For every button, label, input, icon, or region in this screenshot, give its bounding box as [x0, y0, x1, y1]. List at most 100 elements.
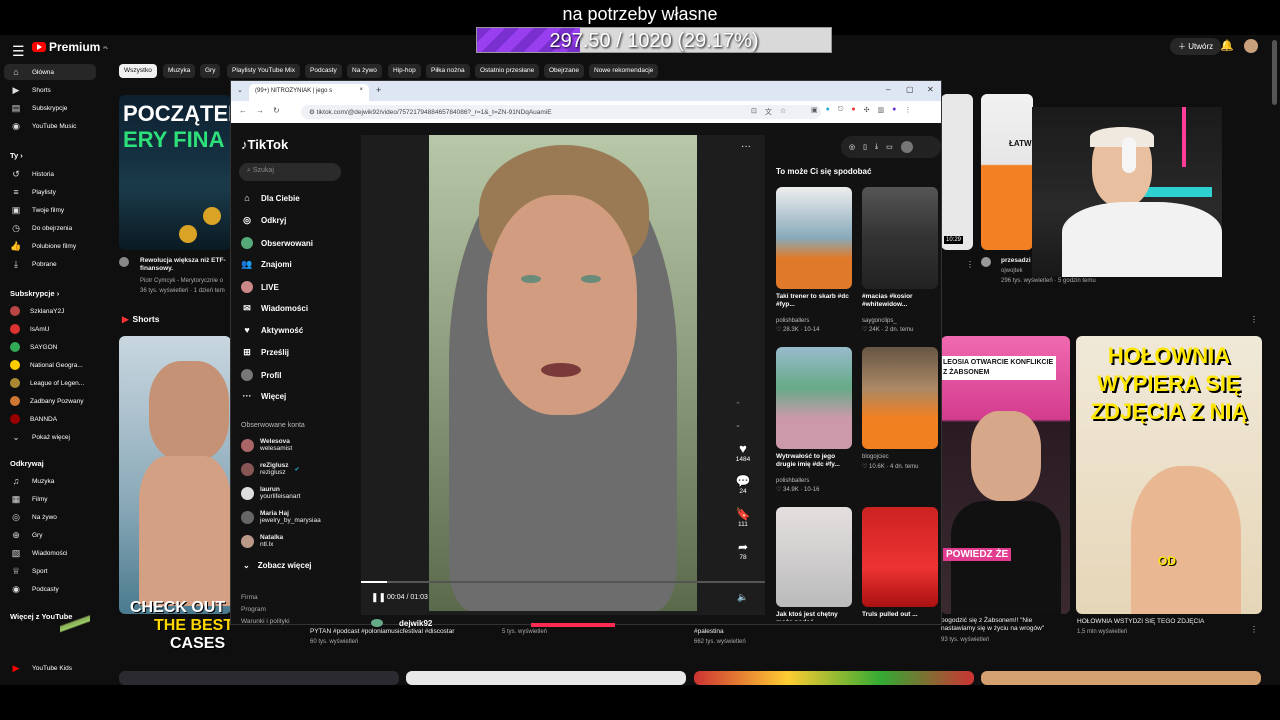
more-options-icon[interactable]: ⋮	[1250, 625, 1258, 634]
sidebar-item-history[interactable]: ↺ Historia	[10, 166, 96, 182]
youtube-logo[interactable]: Premium PL	[32, 40, 108, 54]
extension-icon[interactable]: ▣	[811, 106, 818, 114]
see-more-button[interactable]: ⌄ Zobacz więcej	[243, 561, 312, 570]
close-tab-icon[interactable]: ×	[359, 87, 363, 93]
rec-thumbnail[interactable]	[776, 507, 852, 607]
split-icon[interactable]: ▥	[878, 106, 885, 114]
footer-link[interactable]: Program	[241, 604, 290, 616]
followed-account[interactable]: reZiglusz reziglusz ✔	[241, 462, 300, 476]
video-thumbnail[interactable]	[981, 671, 1261, 685]
followed-account[interactable]: Welesova welesamist	[241, 438, 292, 452]
sidebar-item-liked[interactable]: 👍 Polubione filmy	[10, 238, 96, 254]
scroll-down-icon[interactable]: ⌄	[735, 421, 741, 429]
forward-icon[interactable]: →	[256, 106, 264, 115]
extension-icon[interactable]: ⎋	[838, 106, 844, 114]
rec-title[interactable]: Truls pulled out ...	[862, 611, 938, 621]
tiktok-logo[interactable]: ♪TikTok	[241, 137, 288, 152]
rec-thumbnail[interactable]	[862, 347, 938, 449]
followed-account[interactable]: laurun yourlifeisanart	[241, 486, 300, 500]
sidebar-item-home[interactable]: ⌂ Główna	[4, 64, 96, 80]
sidebar-sub-channel[interactable]: SzklanaY2J	[10, 303, 96, 319]
nav-item-activity[interactable]: ♥ Aktywność	[241, 325, 303, 335]
download-icon[interactable]: ⤓	[875, 143, 878, 151]
save-button[interactable]: 🔖 111	[733, 507, 753, 528]
chip-games[interactable]: Gry	[200, 64, 221, 78]
chip-live[interactable]: Na żywo	[347, 64, 382, 78]
star-icon[interactable]: ☆	[780, 107, 786, 117]
channel-avatar[interactable]	[119, 257, 129, 267]
rec-thumbnail[interactable]	[776, 187, 852, 289]
followed-account[interactable]: Maria Haj jewelry_by_marysiaa	[241, 510, 321, 524]
video-channel[interactable]: Piotr Cymcyk - Merytorycznie o	[140, 278, 223, 284]
nav-item-messages[interactable]: ✉ Wiadomości	[241, 303, 308, 314]
coin-icon[interactable]: ◎	[849, 143, 855, 151]
site-info-icon[interactable]: ⚙	[309, 109, 317, 116]
video-thumbnail[interactable]: 10:29	[941, 94, 973, 250]
sidebar-explore-news[interactable]: ▧ Wiadomości	[10, 545, 96, 561]
rec-title[interactable]: Wytrwałość to jego drugie imię #dc #fy..…	[776, 453, 852, 469]
sidebar-sub-channel[interactable]: SAYGON	[10, 339, 96, 355]
sidebar-sub-channel[interactable]: National Geogra...	[10, 357, 96, 373]
inbox-icon[interactable]: ▭	[886, 143, 893, 151]
puzzle-icon[interactable]: ✣	[864, 106, 870, 114]
video-thumbnail[interactable]: POCZĄTEK ERY FINA	[119, 95, 231, 250]
minimize-icon[interactable]: –	[886, 85, 890, 94]
video-progress-track[interactable]	[361, 581, 765, 583]
more-options-icon[interactable]: ⋮	[966, 260, 974, 269]
rec-thumbnail[interactable]	[776, 347, 852, 449]
sidebar-sub-channel[interactable]: Zadbany Pozwany	[10, 393, 96, 409]
chip-football[interactable]: Piłka nożna	[426, 64, 470, 78]
url-input[interactable]: ⚙ tiktok.com/@dejwik92/video/75721794884…	[301, 105, 821, 119]
nav-item-more[interactable]: ··· Więcej	[241, 391, 287, 401]
share-button[interactable]: ➦ 78	[733, 540, 753, 561]
chip-watched[interactable]: Obejrzane	[544, 64, 584, 78]
chip-new-recs[interactable]: Nowe rekomendacje	[589, 64, 659, 78]
pause-icon[interactable]: ❚❚	[371, 592, 386, 603]
install-icon[interactable]: ⊡	[751, 107, 757, 117]
video-options-icon[interactable]: ···	[741, 141, 751, 152]
more-options-icon[interactable]: ⋮	[1250, 315, 1258, 324]
sidebar-item-music[interactable]: ◉ YouTube Music	[10, 118, 96, 134]
chip-recent[interactable]: Ostatnio przesłane	[475, 64, 540, 78]
nav-item-friends[interactable]: 👥 Znajomi	[241, 259, 291, 270]
maximize-icon[interactable]: ▢	[906, 85, 914, 94]
sidebar-item-downloads[interactable]: ⤓ Pobrane	[10, 256, 96, 272]
rec-thumbnail[interactable]	[862, 187, 938, 289]
chip-mix[interactable]: Playlisty YouTube Mix	[227, 64, 300, 78]
create-button[interactable]: ＋ Utwórz	[1170, 38, 1222, 55]
sidebar-explore-music[interactable]: ♫ Muzyka	[10, 473, 96, 489]
sidebar-explore-games[interactable]: ⊕ Gry	[10, 527, 96, 543]
sidebar-subs-header[interactable]: Subskrypcje ›	[10, 289, 59, 298]
nav-item-for-you[interactable]: ⌂ Dla Ciebie	[241, 193, 299, 203]
chip-music[interactable]: Muzyka	[163, 64, 196, 78]
like-button[interactable]: ♥ 1484	[733, 441, 753, 463]
sidebar-item-shorts[interactable]: ▶ Shorts	[10, 82, 96, 98]
sidebar-item-playlists[interactable]: ≡ Playlisty	[10, 184, 96, 200]
sidebar-sub-channel[interactable]: League of Legen...	[10, 375, 96, 391]
chip-hiphop[interactable]: Hip-hop	[388, 64, 421, 78]
chip-podcasts[interactable]: Podcasty	[305, 64, 342, 78]
rec-title[interactable]: Jak ktoś jest chętny może podać ...	[776, 611, 852, 621]
footer-link[interactable]: Warunki i polityki	[241, 616, 290, 628]
short-title[interactable]: pogodzić się z Żabsonem!! "Nie nastawiam…	[941, 617, 1049, 633]
author-name[interactable]: dejwik92	[399, 619, 432, 628]
sidebar-sub-channel[interactable]: BANNDA	[10, 411, 96, 427]
back-icon[interactable]: ←	[239, 106, 247, 115]
reload-icon[interactable]: ↻	[273, 106, 280, 115]
sidebar-show-more[interactable]: ⌄ Pokaż więcej	[10, 429, 96, 445]
sidebar-explore-live[interactable]: ◎ Na żywo	[10, 509, 96, 525]
sidebar-youtube-kids[interactable]: ▶ YouTube Kids	[10, 660, 96, 676]
sidebar-explore-sport[interactable]: ♕ Sport	[10, 563, 96, 579]
close-window-icon[interactable]: ✕	[927, 85, 934, 94]
sidebar-item-watch-later[interactable]: ◷ Do obejrzenia	[10, 220, 96, 236]
tab-search-icon[interactable]: ⌄	[237, 86, 243, 94]
short-title[interactable]: PYTAN #podcast #poloniamusicfestival #di…	[310, 628, 495, 636]
page-scrollbar[interactable]	[1272, 40, 1277, 105]
rec-channel[interactable]: blogojciec	[862, 453, 889, 461]
notifications-bell-icon[interactable]: 🔔	[1220, 39, 1234, 52]
video-title[interactable]: przesadzi	[1001, 257, 1031, 265]
short-title[interactable]: #palestina	[694, 628, 724, 636]
scroll-up-icon[interactable]: ⌃	[735, 401, 741, 409]
nav-item-explore[interactable]: ◎ Odkryj	[241, 215, 286, 226]
nav-item-upload[interactable]: ⊞ Prześlij	[241, 347, 289, 358]
